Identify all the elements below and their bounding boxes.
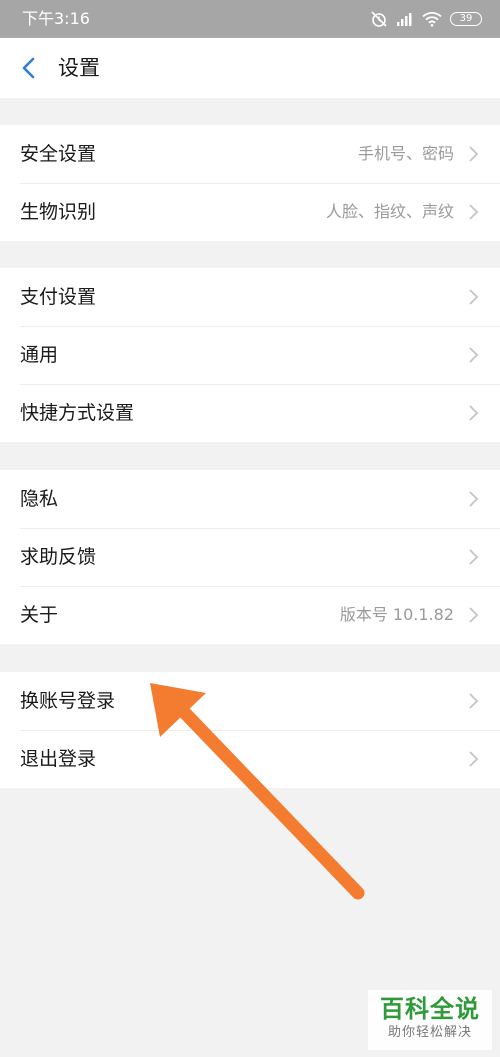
settings-item-biometrics[interactable]: 生物识别 人脸、指纹、声纹 (0, 183, 500, 241)
settings-item-about[interactable]: 关于 版本号 10.1.82 (0, 586, 500, 644)
settings-item-general[interactable]: 通用 (0, 326, 500, 384)
settings-item-label: 隐私 (20, 488, 59, 510)
settings-item-value: 人脸、指纹、声纹 (325, 202, 454, 221)
wifi-icon (422, 12, 442, 27)
settings-item-switch-account[interactable]: 换账号登录 (0, 672, 500, 730)
chevron-right-icon (469, 549, 479, 565)
settings-item-payment[interactable]: 支付设置 (0, 268, 500, 326)
chevron-right-icon (469, 405, 479, 421)
chevron-right-icon (469, 347, 479, 363)
settings-item-label: 快捷方式设置 (20, 402, 135, 424)
watermark-subtitle: 助你轻松解决 (387, 1025, 472, 1040)
chevron-right-icon (469, 491, 479, 507)
settings-item-label: 通用 (20, 344, 59, 366)
alarm-off-icon (371, 11, 387, 27)
settings-item-label: 关于 (20, 604, 59, 626)
settings-group-general: 支付设置 通用 快捷方式设置 (0, 268, 500, 442)
status-bar: 下午3:16 39 (0, 0, 500, 38)
status-time: 下午3:16 (22, 9, 90, 28)
settings-group-login: 换账号登录 退出登录 (0, 672, 500, 788)
watermark-logo: 百科全说 助你轻松解决 (368, 990, 492, 1050)
page-title: 设置 (58, 56, 100, 80)
back-icon[interactable] (14, 53, 44, 83)
chevron-right-icon (469, 146, 479, 162)
settings-item-value: 手机号、密码 (357, 144, 454, 163)
status-icons: 39 (370, 10, 482, 28)
chevron-right-icon (469, 693, 479, 709)
chevron-right-icon (469, 751, 479, 767)
settings-item-shortcuts[interactable]: 快捷方式设置 (0, 384, 500, 442)
settings-item-label: 支付设置 (20, 286, 97, 308)
settings-group-account: 安全设置 手机号、密码 生物识别 人脸、指纹、声纹 (0, 125, 500, 241)
battery-icon: 39 (450, 12, 482, 26)
signal-icon (397, 13, 412, 26)
settings-item-label: 退出登录 (20, 748, 97, 770)
chevron-right-icon (469, 607, 479, 623)
settings-item-privacy[interactable]: 隐私 (0, 470, 500, 528)
settings-item-security[interactable]: 安全设置 手机号、密码 (0, 125, 500, 183)
settings-item-label: 求助反馈 (20, 546, 97, 568)
version-value: 版本号 10.1.82 (339, 605, 454, 624)
settings-item-label: 换账号登录 (20, 690, 116, 712)
settings-item-label: 生物识别 (20, 201, 97, 223)
settings-item-label: 安全设置 (20, 143, 97, 165)
chevron-right-icon (469, 289, 479, 305)
settings-item-feedback[interactable]: 求助反馈 (0, 528, 500, 586)
chevron-right-icon (469, 204, 479, 220)
settings-item-logout[interactable]: 退出登录 (0, 730, 500, 788)
watermark-title: 百科全说 (380, 995, 480, 1023)
header: 设置 (0, 38, 500, 98)
settings-group-about: 隐私 求助反馈 关于 版本号 10.1.82 (0, 470, 500, 644)
